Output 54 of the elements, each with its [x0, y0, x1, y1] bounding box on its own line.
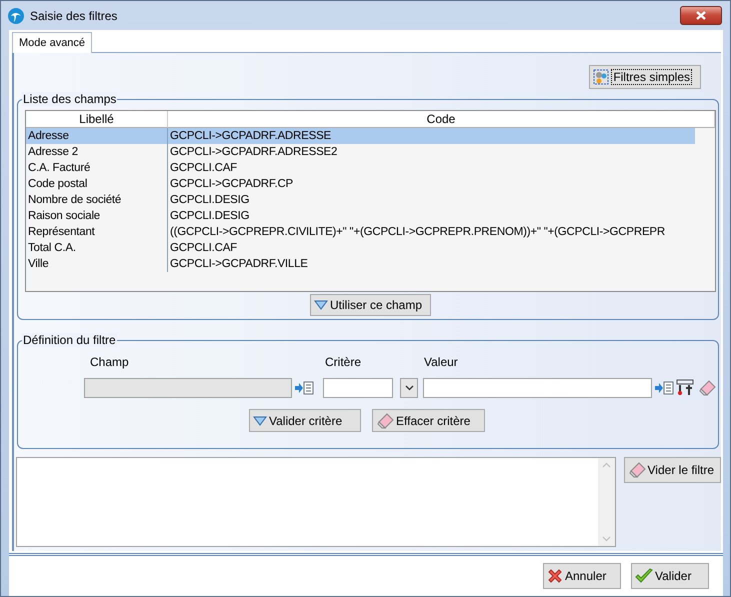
table-cell[interactable]: Total C.A. [26, 240, 168, 256]
scroll-down-icon[interactable] [602, 536, 611, 542]
validate-button[interactable]: Valider [631, 563, 709, 589]
close-icon [547, 568, 563, 584]
table-cell[interactable]: C.A. Facturé [26, 160, 168, 176]
checkmark-icon [635, 568, 653, 584]
eraser-icon [628, 462, 646, 478]
table-cell[interactable]: GCPCLI->GCPADRF.ADRESSE2 [168, 144, 695, 160]
table-cell[interactable]: Raison sociale [26, 208, 168, 224]
table-cell[interactable]: Représentant [26, 224, 168, 240]
eraser-icon [376, 412, 394, 428]
scrollbar[interactable] [598, 458, 615, 546]
tools-icon[interactable] [676, 379, 694, 397]
table-cell[interactable]: GCPCLI.DESIG [168, 192, 695, 208]
chevron-down-icon [404, 385, 414, 391]
table-cell[interactable]: Nombre de société [26, 192, 168, 208]
simple-filters-button[interactable]: Filtres simples [589, 65, 701, 89]
table-cell[interactable]: Adresse [26, 128, 168, 144]
empty-filter-button[interactable]: Vider le filtre [624, 457, 721, 483]
filter-grid-icon [593, 69, 610, 85]
column-header[interactable]: Libellé [26, 111, 168, 128]
group-title: Définition du filtre [22, 333, 117, 347]
field-label: Champ [90, 355, 129, 369]
table-cell[interactable]: GCPCLI->GCPADRF.VILLE [168, 256, 695, 272]
table-cell[interactable]: GCPCLI.DESIG [168, 208, 695, 224]
table-cell[interactable]: Code postal [26, 176, 168, 192]
window-title: Saisie des filtres [30, 8, 118, 22]
value-input[interactable] [423, 378, 652, 398]
criterion-input[interactable] [323, 378, 393, 398]
table-cell[interactable]: GCPCLI.CAF [168, 160, 695, 176]
value-label: Valeur [424, 355, 458, 369]
filter-text-area[interactable] [16, 457, 616, 547]
table-cell[interactable]: GCPCLI->GCPADRF.CP [168, 176, 695, 192]
arrow-list-icon[interactable] [654, 381, 674, 395]
table-cell[interactable]: GCPCLI.CAF [168, 240, 695, 256]
table-cell[interactable]: Ville [26, 256, 168, 272]
scroll-up-icon[interactable] [602, 462, 611, 468]
dropdown-button[interactable] [400, 378, 418, 398]
validate-criterion-button[interactable]: Valider critère [249, 409, 361, 432]
tab[interactable]: Mode avancé [12, 32, 92, 53]
clear-criterion-button[interactable]: Effacer critère [372, 409, 485, 432]
group-title: Liste des champs [22, 92, 118, 106]
triangle-icon [314, 300, 328, 310]
cancel-button[interactable]: Annuler [543, 563, 621, 589]
close-icon [696, 11, 706, 20]
close-button[interactable] [680, 6, 722, 25]
table-cell[interactable]: GCPCLI->GCPADRF.ADRESSE [168, 128, 695, 144]
table-cell[interactable]: Adresse 2 [26, 144, 168, 160]
criterion-label: Critère [325, 355, 362, 369]
table-cell[interactable]: ((GCPCLI->GCPREPR.CIVILITE)+" "+(GCPCLI->GCPREPR.PRENOM))+" "+(GCPCLI->GCPREPR [168, 224, 695, 240]
column-header[interactable]: Code [168, 111, 715, 128]
use-field-button[interactable]: Utiliser ce champ [310, 294, 432, 316]
triangle-icon [253, 416, 267, 426]
arrow-list-icon[interactable] [294, 381, 314, 395]
